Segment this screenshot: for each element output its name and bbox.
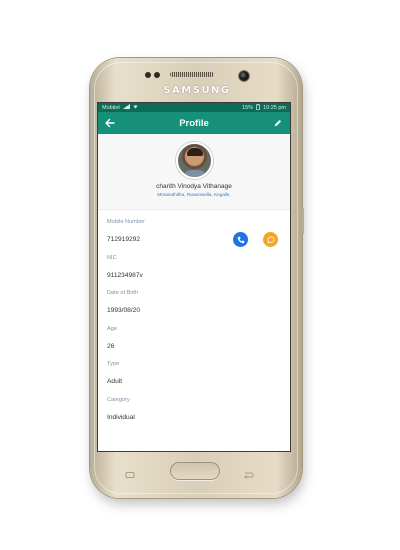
edit-pencil-icon[interactable] — [272, 117, 284, 129]
field-label: NIC — [107, 254, 117, 261]
carrier-label: Mobitel — [102, 104, 120, 111]
profile-header: charith Vinodya Vithanage Moranathitha, … — [98, 134, 290, 210]
field-value: Individual — [107, 413, 135, 421]
chat-bubble-icon — [266, 236, 274, 244]
home-button[interactable] — [170, 462, 220, 480]
field-nic: NIC 911234987v — [107, 253, 281, 289]
call-button[interactable] — [233, 232, 248, 247]
phone-device: SAMSUNG Mobitel 15% 10:25 pm Profile cha… — [90, 58, 304, 498]
field-label: Type — [107, 361, 120, 367]
field-value: Adult — [107, 378, 123, 385]
avatar-shirt — [181, 170, 208, 177]
sensor-dot — [154, 72, 160, 78]
profile-fields: Mobile Number 712919292 NIC 911234987v D… — [98, 210, 290, 430]
back-arrow-icon[interactable] — [104, 117, 116, 129]
avatar-hair — [186, 148, 203, 156]
field-category: Category Individual — [107, 395, 281, 431]
signal-icon — [122, 104, 130, 111]
field-mobile-number: Mobile Number 712919292 — [107, 217, 281, 253]
battery-icon — [256, 103, 260, 112]
clock: 10:25 pm — [263, 104, 286, 111]
field-type: Type Adult — [107, 359, 281, 395]
message-button[interactable] — [263, 232, 278, 247]
field-value: 26 — [107, 342, 115, 350]
avatar — [175, 142, 213, 179]
page-title: Profile — [179, 117, 209, 129]
battery-percent: 15% — [242, 104, 254, 111]
power-button — [302, 208, 304, 234]
field-age: Age 26 — [107, 324, 281, 360]
phone-bottom-bezel — [90, 454, 302, 494]
profile-address: Moranathitha, Ruwanwella, Kegalle, — [157, 192, 231, 197]
phone-icon — [237, 236, 244, 243]
sensor-dot — [145, 72, 151, 78]
field-value: 712919292 — [107, 236, 141, 243]
field-label: Date of Birth — [107, 290, 139, 296]
wifi-icon — [133, 104, 138, 111]
field-value: 911234987v — [107, 271, 143, 279]
brand-logo: SAMSUNG — [163, 85, 231, 96]
back-key-icon[interactable] — [242, 466, 254, 479]
earpiece-speaker — [170, 72, 214, 77]
field-label: Age — [107, 325, 117, 332]
field-value: 1993/08/20 — [107, 307, 141, 314]
field-label: Category — [107, 396, 130, 403]
status-bar: Mobitel 15% 10:25 pm — [98, 103, 290, 112]
recent-apps-icon[interactable] — [124, 466, 136, 478]
field-date-of-birth: Date of Birth 1993/08/20 — [107, 288, 281, 324]
app-bar: Profile — [98, 112, 290, 134]
profile-name: charith Vinodya Vithanage — [156, 183, 232, 190]
field-label: Mobile Number — [107, 219, 145, 225]
front-camera — [238, 70, 250, 82]
phone-screen: Mobitel 15% 10:25 pm Profile charith Vin… — [97, 102, 291, 452]
